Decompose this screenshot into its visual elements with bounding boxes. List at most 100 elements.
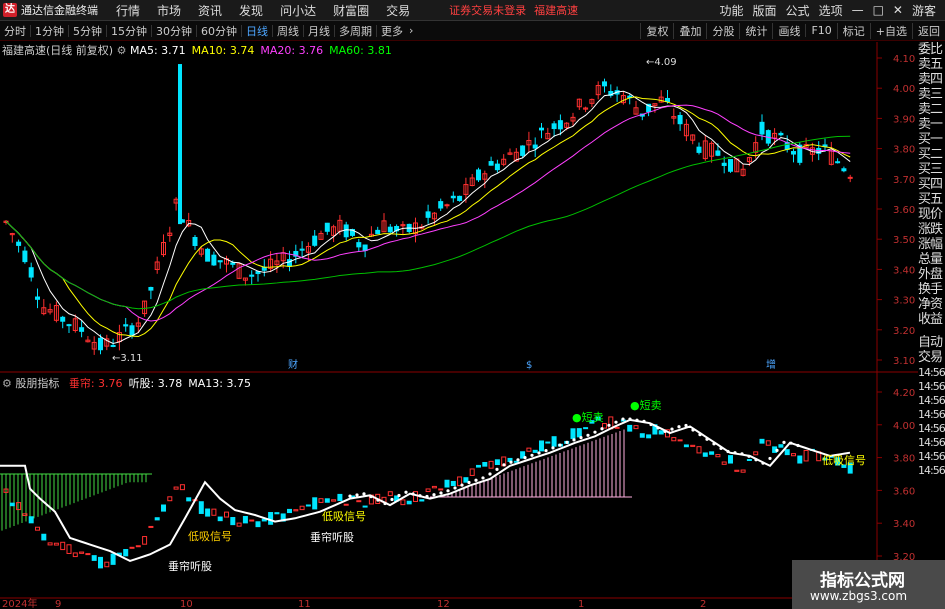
chart-tool-6[interactable]: 标记: [836, 22, 870, 39]
side-panel-item-8[interactable]: 买三: [918, 162, 945, 177]
side-panel-item-16[interactable]: 换手: [918, 282, 945, 297]
candle-body: [148, 286, 154, 291]
candle-body: [457, 195, 463, 201]
candle-body: [709, 142, 715, 157]
indicator-candle: [494, 459, 500, 466]
ma13-dot: [509, 460, 513, 464]
side-panel-item-11[interactable]: 现价: [918, 207, 945, 222]
candle-body: [778, 132, 784, 136]
candle-body: [438, 201, 444, 209]
side-panel-item-4[interactable]: 卖二: [918, 102, 945, 117]
maximize-icon[interactable]: □: [873, 3, 884, 17]
price-tick: 3.50: [893, 235, 915, 246]
chart-tool-1[interactable]: 叠加: [673, 22, 706, 39]
side-time-7: 14:56: [918, 464, 945, 477]
indicator-candle: [154, 517, 160, 521]
period-tab-7[interactable]: 周线: [273, 23, 303, 39]
user-label[interactable]: 游客: [912, 2, 936, 19]
period-tab-4[interactable]: 30分钟: [152, 23, 196, 39]
period-tab-9[interactable]: 多周期: [335, 23, 376, 39]
kline-chart[interactable]: 4.10 4.00 3.90 3.80 3.70 3.60 3.50 3.40 3.30 3.20…: [0, 0, 945, 609]
period-tab-3[interactable]: 15分钟: [107, 23, 151, 39]
close-icon[interactable]: ✕: [893, 3, 903, 17]
side-panel-item-1[interactable]: 卖五: [918, 57, 945, 72]
side-panel-item-13[interactable]: 涨幅: [918, 237, 945, 252]
period-tab-8[interactable]: 月线: [304, 23, 334, 39]
indicator-candle: [841, 464, 847, 468]
more-chevron-icon[interactable]: ›: [407, 24, 415, 37]
side-panel-item-7[interactable]: 买二: [918, 147, 945, 162]
candle-body: [476, 169, 481, 181]
trade-login-notice[interactable]: 证券交易未登录: [449, 2, 526, 18]
indicator-candle: [595, 416, 601, 421]
indicator-candle: [16, 502, 22, 511]
menu-item-5[interactable]: 财富圈: [333, 4, 369, 18]
menu-item-3[interactable]: 发现: [239, 4, 263, 18]
menu-item-6[interactable]: 交易: [386, 4, 410, 18]
settings-icon[interactable]: ⚙: [117, 44, 130, 57]
menu-item-1[interactable]: 市场: [157, 4, 181, 18]
chart-tool-2[interactable]: 分股: [706, 22, 739, 39]
chart-tool-3[interactable]: 统计: [739, 22, 772, 39]
side-panel-item-9[interactable]: 买四: [918, 177, 945, 192]
period-tab-1[interactable]: 1分钟: [31, 23, 68, 39]
period-tab-5[interactable]: 60分钟: [197, 23, 241, 39]
ma13-dot: [523, 456, 527, 460]
side-panel-item-5[interactable]: 卖一: [918, 117, 945, 132]
candle-body: [249, 274, 255, 277]
chart-tool-5[interactable]: F10: [805, 24, 836, 37]
indicator-candle: [41, 533, 47, 541]
menu-item-0[interactable]: 行情: [116, 4, 140, 18]
menu-item-4[interactable]: 问小达: [280, 4, 316, 18]
indicator-candle: [249, 519, 255, 522]
indicator-tick: 4.00: [893, 421, 915, 432]
side-panel-item-10[interactable]: 买五: [918, 192, 945, 207]
ma13-dot: [586, 433, 590, 437]
period-tab-10[interactable]: 更多: [377, 23, 407, 39]
indicator-candle: [633, 425, 639, 430]
indicator-candle: [224, 511, 229, 518]
indicator-candle: [413, 491, 418, 502]
side-panel-item-19[interactable]: 自动: [918, 335, 945, 350]
candle-body: [620, 95, 626, 104]
ma13-dot: [705, 437, 709, 441]
indicator-candle: [753, 451, 759, 456]
right-menu-item-1[interactable]: 版面: [753, 2, 777, 19]
candle-body: [665, 97, 670, 103]
main-chart-title: 福建高速(日线 前复权): [2, 44, 114, 57]
side-panel-item-0[interactable]: 委比: [918, 42, 945, 57]
side-panel-item-20[interactable]: 交易: [918, 350, 945, 365]
side-panel-item-15[interactable]: 外盘: [918, 267, 945, 282]
date-label: 2024年: [2, 597, 37, 609]
right-menu-item-2[interactable]: 公式: [786, 2, 810, 19]
indicator-candle: [488, 460, 494, 469]
side-panel-item-2[interactable]: 卖四: [918, 72, 945, 87]
side-panel-item-18[interactable]: 收益: [918, 312, 945, 327]
indicator-value-2: MA13: 3.75: [188, 377, 251, 390]
indicator-candle: [72, 552, 78, 558]
right-menu-item-3[interactable]: 选项: [819, 2, 843, 19]
period-tab-6[interactable]: 日线: [242, 23, 272, 39]
side-panel-item-17[interactable]: 净资: [918, 297, 945, 312]
menu-item-2[interactable]: 资讯: [198, 4, 222, 18]
period-tab-0[interactable]: 分时: [0, 23, 30, 39]
chart-tool-0[interactable]: 复权: [640, 22, 673, 39]
ma13-dot: [439, 491, 443, 495]
indicator-candle: [809, 448, 815, 451]
chart-tools: 复权 叠加 分股 统计 画线 F10 标记 +自选 返回: [640, 21, 945, 40]
side-panel-item-14[interactable]: 总量: [918, 252, 945, 267]
side-panel-item-6[interactable]: 买一: [918, 132, 945, 147]
period-tab-2[interactable]: 5分钟: [69, 23, 106, 39]
ma13-dot: [418, 494, 422, 498]
chart-tool-8[interactable]: 返回: [912, 22, 945, 39]
indicator-candle: [520, 451, 526, 459]
chart-tool-4[interactable]: 画线: [772, 22, 805, 39]
indicator-settings-icon[interactable]: ⚙: [2, 377, 15, 390]
right-menu-item-0[interactable]: 功能: [720, 2, 744, 19]
side-panel-item-12[interactable]: 涨跌: [918, 222, 945, 237]
chart-tool-7[interactable]: +自选: [869, 22, 912, 39]
side-panel-item-3[interactable]: 卖三: [918, 87, 945, 102]
candle-body: [803, 144, 809, 148]
minimize-icon[interactable]: —: [852, 3, 864, 17]
candle-body: [740, 168, 746, 176]
